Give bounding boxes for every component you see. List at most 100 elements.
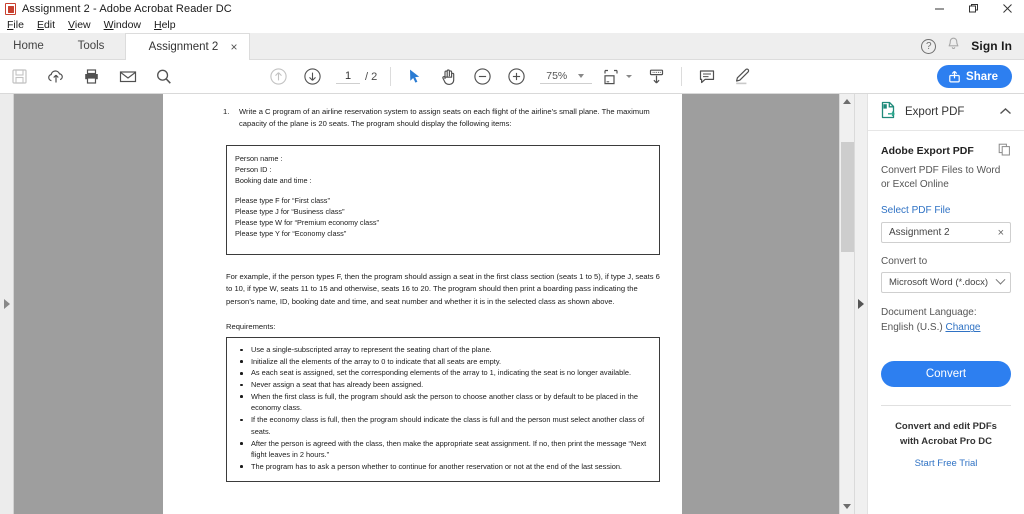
hand-tool-icon[interactable] <box>438 66 459 87</box>
example-paragraph: For example, if the person types F, then… <box>226 272 660 306</box>
intro-text: Write a C program of an airline reservat… <box>239 107 650 129</box>
share-button[interactable]: Share <box>937 65 1012 88</box>
scroll-up-arrow-icon[interactable] <box>840 94 855 109</box>
pdf-icon <box>5 2 16 15</box>
menu-bar: File Edit View Window Help <box>0 17 1024 33</box>
copy-icon[interactable] <box>998 143 1011 159</box>
export-pdf-panel-body: Adobe Export PDF Convert PDF Files to Wo… <box>868 131 1024 514</box>
right-panel-toggle[interactable] <box>854 94 867 514</box>
scroll-down-arrow-icon[interactable] <box>840 499 855 514</box>
tab-tools-label: Tools <box>77 40 105 52</box>
select-pdf-file-link[interactable]: Select PDF File <box>881 205 1011 216</box>
requirement-item: Use a single-subscripted array to repres… <box>237 344 649 356</box>
chevron-down-icon <box>995 275 1006 285</box>
menu-file[interactable]: File <box>7 19 24 31</box>
document-viewport[interactable]: 1. Write a C program of an airline reser… <box>14 94 839 514</box>
search-icon[interactable] <box>153 66 174 87</box>
menu-help[interactable]: Help <box>154 19 176 31</box>
scroll-mode-icon[interactable] <box>646 66 667 87</box>
restore-icon[interactable] <box>956 0 990 17</box>
previous-page-icon[interactable] <box>268 66 289 87</box>
document-language-block: Document Language: English (U.S.) Change <box>881 305 1011 335</box>
zoom-in-icon[interactable] <box>506 66 527 87</box>
next-page-icon[interactable] <box>302 66 323 87</box>
vertical-scrollbar[interactable] <box>839 94 854 514</box>
window-title: Assignment 2 - Adobe Acrobat Reader DC <box>22 2 232 15</box>
toolbar-center-group: 1 / 2 75% <box>268 66 593 87</box>
code-line: Please type J for “Business class” <box>235 206 345 216</box>
export-pdf-panel: Export PDF Adobe Export PDF Convert PDF … <box>867 94 1024 514</box>
tab-tools[interactable]: Tools <box>57 33 125 59</box>
convert-format-value: Microsoft Word (*.docx) <box>889 277 989 289</box>
close-icon[interactable] <box>990 0 1024 17</box>
toolbar: 1 / 2 75% Share <box>0 60 1024 94</box>
footer-title: Convert and edit PDFs with Acrobat Pro D… <box>895 421 997 447</box>
menu-edit[interactable]: Edit <box>37 19 55 31</box>
page-total-label: / 2 <box>365 70 378 83</box>
export-pdf-icon <box>880 101 897 124</box>
export-pdf-panel-footer: Convert and edit PDFs with Acrobat Pro D… <box>881 405 1011 469</box>
chevron-up-icon[interactable] <box>999 103 1012 121</box>
export-pdf-panel-header[interactable]: Export PDF <box>868 94 1024 131</box>
change-language-link[interactable]: Change <box>945 322 980 333</box>
selected-file-field[interactable]: Assignment 2 × <box>881 222 1011 244</box>
requirement-item: Never assign a seat that has already bee… <box>237 379 649 391</box>
chevron-down-icon <box>578 73 585 78</box>
heading-text: Adobe Export PDF <box>881 145 974 157</box>
start-free-trial-link[interactable]: Start Free Trial <box>891 458 1001 469</box>
toolbar-divider-2 <box>681 67 682 86</box>
requirement-item: After the person is agreed with the clas… <box>237 438 649 461</box>
menu-window[interactable]: Window <box>104 19 141 31</box>
code-line: Booking date and time : <box>235 175 312 185</box>
tab-home-label: Home <box>13 40 44 52</box>
help-icon[interactable]: ? <box>921 38 937 54</box>
fit-page-chevron-down-icon[interactable] <box>626 75 632 78</box>
save-icon[interactable] <box>9 66 30 87</box>
minimize-icon[interactable] <box>922 0 956 17</box>
code-line: Please type F for “First class” <box>235 195 330 205</box>
toolbar-right-group <box>600 66 752 87</box>
tab-document[interactable]: Assignment 2 × <box>125 33 250 60</box>
menu-view[interactable]: View <box>68 19 91 31</box>
email-icon[interactable] <box>117 66 138 87</box>
print-icon[interactable] <box>81 66 102 87</box>
code-line: Please type W for “Premium economy class… <box>235 217 379 227</box>
toolbar-left-group <box>0 66 174 87</box>
requirement-item: If the economy class is full, then the p… <box>237 414 649 437</box>
page-number-input[interactable]: 1 <box>336 70 360 84</box>
scrollbar-thumb[interactable] <box>841 142 854 252</box>
highlight-icon[interactable] <box>731 66 752 87</box>
list-number: 1. <box>223 107 230 116</box>
comment-icon[interactable] <box>696 66 717 87</box>
document-language-value: English (U.S.) <box>881 322 943 334</box>
code-line: Person name : <box>235 153 283 163</box>
code-line: Please type Y for “Economy class” <box>235 229 347 239</box>
selected-file-value: Assignment 2 <box>889 227 950 239</box>
expand-right-arrow-icon <box>3 299 10 309</box>
window-controls <box>922 0 1024 17</box>
requirements-box: Use a single-subscripted array to repres… <box>226 337 660 482</box>
convert-to-label: Convert to <box>881 256 928 268</box>
cursor-select-icon[interactable] <box>404 66 425 87</box>
main-body: 1. Write a C program of an airline reser… <box>0 94 1024 514</box>
convert-format-select[interactable]: Microsoft Word (*.docx) <box>881 272 1011 294</box>
bell-icon[interactable] <box>947 37 960 56</box>
zoom-out-icon[interactable] <box>472 66 493 87</box>
clear-file-icon[interactable]: × <box>998 227 1004 239</box>
convert-button[interactable]: Convert <box>881 361 1011 388</box>
zoom-level-dropdown[interactable]: 75% <box>540 69 593 84</box>
upload-cloud-icon[interactable] <box>45 66 66 87</box>
tab-document-label: Assignment 2 <box>148 41 219 53</box>
page-navigator: 1 / 2 <box>336 70 377 84</box>
requirement-item: As each seat is assigned, set the corres… <box>237 367 649 379</box>
left-panel-toggle[interactable] <box>0 94 14 514</box>
tab-close-icon[interactable]: × <box>227 41 241 53</box>
fit-page-icon[interactable] <box>600 66 621 87</box>
tab-home[interactable]: Home <box>0 33 57 59</box>
title-bar: Assignment 2 - Adobe Acrobat Reader DC <box>0 0 1024 17</box>
toolbar-divider <box>390 67 392 86</box>
sign-in-button[interactable]: Sign In <box>971 39 1012 53</box>
zoom-level-value: 75% <box>546 69 568 82</box>
collapse-right-arrow-icon <box>858 299 864 309</box>
pdf-page: 1. Write a C program of an airline reser… <box>163 94 682 514</box>
